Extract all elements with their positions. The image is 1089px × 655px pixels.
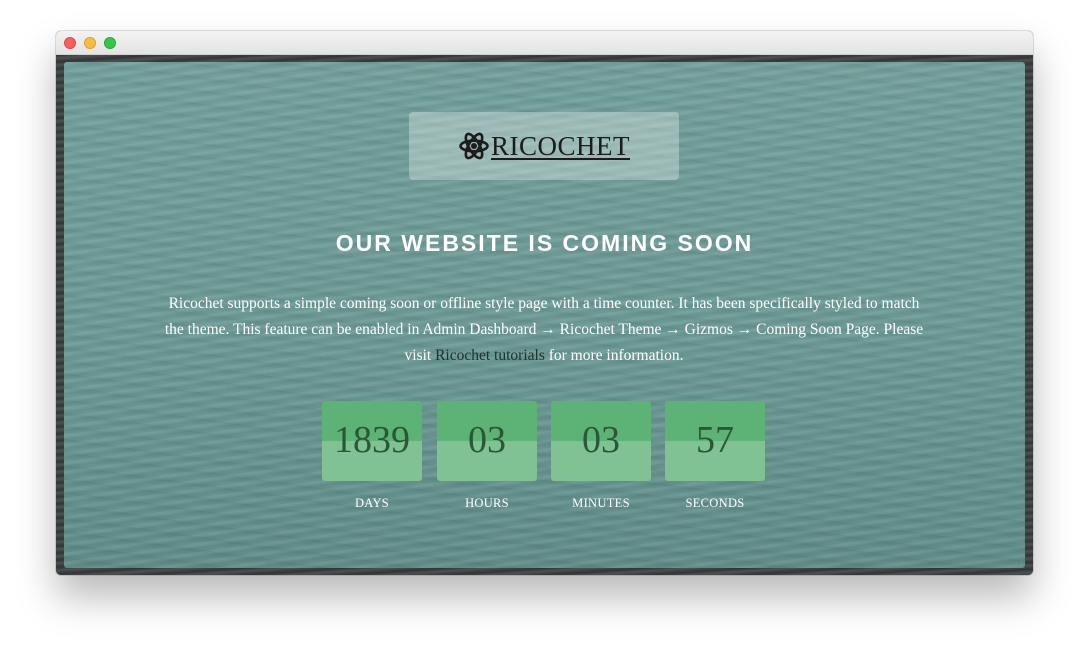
coming-soon-page: RICOCHET OUR WEBSITE IS COMING SOON Rico… — [64, 62, 1025, 568]
hours-value: 03 — [468, 419, 506, 461]
tutorials-link[interactable]: Ricochet tutorials — [435, 347, 545, 364]
browser-window: RICOCHET OUR WEBSITE IS COMING SOON Rico… — [56, 31, 1033, 575]
seconds-value: 57 — [696, 419, 734, 461]
countdown-tile: 03 — [437, 401, 537, 481]
page-headline: OUR WEBSITE IS COMING SOON — [335, 230, 754, 256]
page-background: RICOCHET OUR WEBSITE IS COMING SOON Rico… — [56, 55, 1033, 575]
logo-box: RICOCHET — [409, 112, 679, 180]
minimize-window-button[interactable] — [84, 37, 96, 49]
countdown-hours: 03 HOURS — [437, 401, 537, 511]
window-titlebar — [56, 31, 1033, 55]
description-after-link: for more information. — [544, 347, 684, 364]
minutes-value: 03 — [582, 419, 620, 461]
atom-icon — [458, 130, 490, 162]
zoom-window-button[interactable] — [104, 37, 116, 49]
close-window-button[interactable] — [64, 37, 76, 49]
countdown-seconds: 57 SECONDS — [665, 401, 765, 511]
logo-text: RICOCHET — [491, 130, 630, 161]
days-label: DAYS — [354, 496, 390, 510]
seconds-label: SECONDS — [685, 496, 745, 510]
minutes-label: MINUTES — [572, 496, 630, 510]
days-value: 1839 — [334, 419, 410, 461]
hours-label: HOURS — [465, 496, 509, 510]
countdown-days: 1839 DAYS — [322, 401, 422, 511]
countdown-minutes: 03 MINUTES — [551, 401, 651, 511]
countdown-tile: 03 — [551, 401, 651, 481]
countdown-timer: 1839 DAYS 03 HOURS 03 MINUTES 57 SECONDS — [322, 401, 768, 516]
description-text: Ricochet supports a simple coming soon o… — [159, 291, 929, 369]
countdown-tile: 57 — [665, 401, 765, 481]
site-logo-link[interactable]: RICOCHET — [458, 130, 630, 162]
countdown-tile: 1839 — [322, 401, 422, 481]
